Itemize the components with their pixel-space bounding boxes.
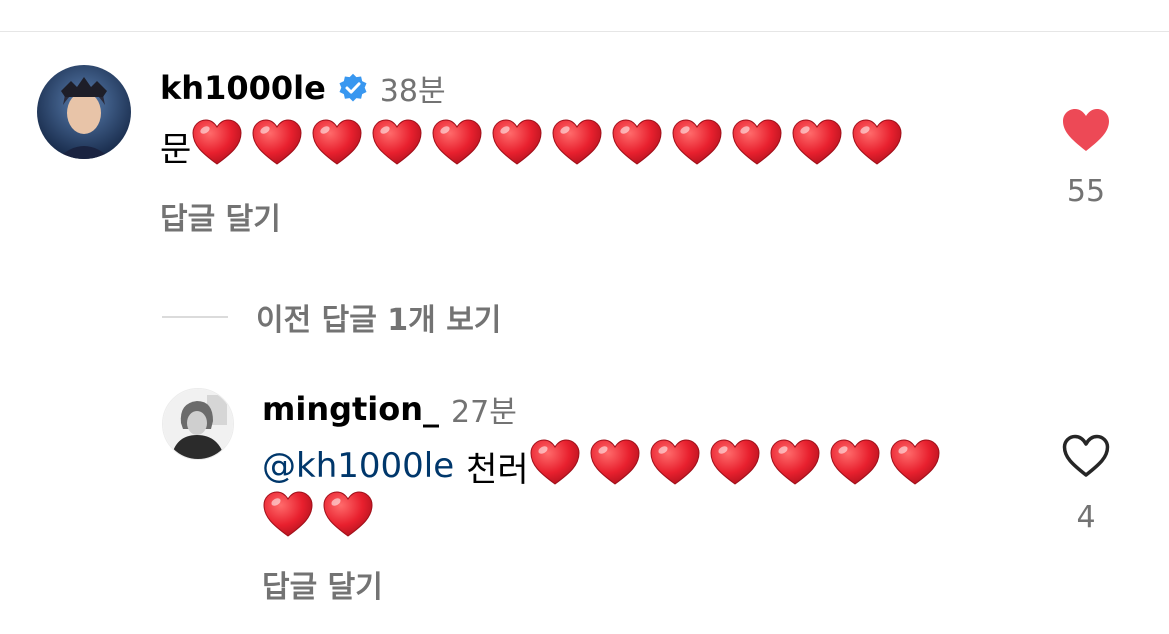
red-heart-emoji — [589, 438, 641, 495]
red-heart-emoji — [371, 118, 423, 175]
red-heart-emoji — [551, 118, 603, 175]
red-heart-emoji — [851, 118, 903, 175]
avatar[interactable] — [162, 388, 234, 460]
red-heart-emoji — [529, 438, 581, 495]
red-heart-emoji — [322, 490, 374, 542]
red-heart-emoji — [671, 118, 723, 175]
heart-outline-icon — [1062, 434, 1110, 482]
avatar[interactable] — [37, 65, 131, 159]
reply-button[interactable]: 답글 달기 — [262, 562, 383, 606]
comment-time: 27분 — [451, 395, 517, 430]
red-heart-emoji — [611, 118, 663, 175]
like-count: 55 — [1066, 174, 1106, 209]
red-heart-emoji — [889, 438, 941, 495]
red-heart-emoji — [829, 438, 881, 495]
divider-dash — [162, 316, 228, 318]
like-button[interactable]: 4 — [1054, 434, 1118, 535]
comment-time: 38분 — [379, 74, 446, 109]
divider-line — [0, 31, 1169, 32]
red-heart-emoji — [431, 118, 483, 175]
red-heart-emoji — [251, 118, 303, 175]
view-previous-replies[interactable]: 이전 답글 1개 보기 — [162, 295, 501, 339]
red-heart-emoji — [649, 438, 701, 495]
red-heart-emoji — [191, 118, 243, 175]
comment-text-prefix: 문 — [160, 129, 192, 170]
heart-filled-icon — [1062, 108, 1110, 156]
username[interactable]: kh1000le — [160, 69, 326, 107]
username[interactable]: mingtion_ — [262, 390, 439, 428]
comment-text: @kh1000le 천러 — [262, 438, 949, 494]
red-heart-emoji — [709, 438, 761, 495]
view-previous-replies-label: 이전 답글 1개 보기 — [256, 303, 502, 338]
verified-badge-icon — [338, 73, 368, 103]
reply-button[interactable]: 답글 달기 — [160, 194, 281, 238]
red-heart-emoji — [769, 438, 821, 495]
comment-header: mingtion_ 27분 — [262, 389, 517, 430]
heart-emoji-row — [191, 118, 911, 175]
like-button[interactable]: 55 — [1054, 108, 1118, 209]
red-heart-emoji — [491, 118, 543, 175]
heart-emoji-row — [262, 490, 382, 542]
comment-text-prefix: 천러 — [466, 449, 529, 490]
red-heart-emoji — [262, 490, 314, 542]
comment-text-line2 — [262, 488, 382, 544]
mention-link[interactable]: @kh1000le — [262, 446, 454, 486]
red-heart-emoji — [791, 118, 843, 175]
comment-text: 문 — [160, 118, 911, 174]
red-heart-emoji — [311, 118, 363, 175]
red-heart-emoji — [731, 118, 783, 175]
heart-emoji-row — [529, 438, 949, 495]
comment-header: kh1000le 38분 — [160, 66, 446, 110]
like-count: 4 — [1076, 500, 1096, 535]
